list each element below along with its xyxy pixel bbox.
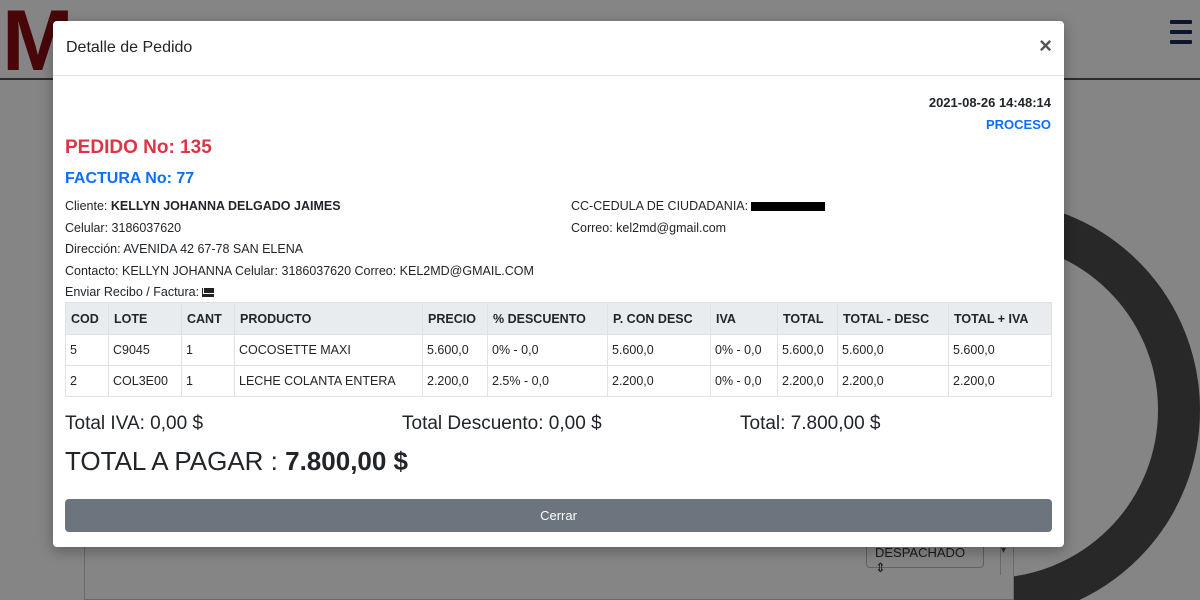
column-header: PRECIO [422,302,488,335]
column-header: TOTAL + IVA [948,302,1052,335]
table-cell: 2.200,0 [837,365,949,397]
table-cell: 5.600,0 [948,334,1052,366]
table-cell: COCOSETTE MAXI [234,334,423,366]
close-button[interactable]: Cerrar [65,499,1052,532]
table-cell: 5.600,0 [422,334,488,366]
table-cell: 1 [181,334,235,366]
order-number: PEDIDO No: 135 [65,137,212,158]
table-cell: 2.200,0 [607,365,711,397]
cedula-line: CC-CEDULA DE CIUDADANIA: [571,199,826,213]
table-cell: 1 [181,365,235,397]
client-address: Dirección: AVENIDA 42 67-78 SAN ELENA [65,242,304,256]
grand-total-value: 7.800,00 $ [285,446,409,476]
table-cell: 5.600,0 [777,334,838,366]
table-cell: 5.600,0 [837,334,949,366]
table-cell: 2.5% - 0,0 [487,365,608,397]
table-cell: 5 [65,334,109,366]
column-header: % DESCUENTO [487,302,608,335]
table-row: 5 C9045 1 COCOSETTE MAXI 5.600,0 0% - 0,… [65,334,1052,366]
column-header: LOTE [108,302,182,335]
table-header-row: COD LOTE CANT PRODUCTO PRECIO % DESCUENT… [65,302,1052,335]
invoice-number: FACTURA No: 77 [65,170,195,187]
total-iva: Total IVA: 0,00 $ [65,413,204,434]
client-contact: Contacto: KELLYN JOHANNA Celular: 318603… [65,264,534,278]
order-detail-modal: Detalle de Pedido × 2021-08-26 14:48:14 … [53,21,1064,547]
table-cell: 2.200,0 [948,365,1052,397]
client-name: KELLYN JOHANNA DELGADO JAIMES [110,199,341,213]
send-receipt-line: Enviar Recibo / Factura: [65,285,215,299]
column-header: CANT [181,302,235,335]
redacted-id [751,202,826,212]
grand-total: TOTAL A PAGAR : 7.800,00 $ [65,446,408,477]
modal-title: Detalle de Pedido [66,39,193,56]
grand-total-label: TOTAL A PAGAR : [65,446,278,476]
client-email: Correo: kel2md@gmail.com [571,221,727,235]
table-cell: LECHE COLANTA ENTERA [234,365,423,397]
table-cell: 5.600,0 [607,334,711,366]
column-header: P. CON DESC [607,302,711,335]
table-row: 2 COL3E00 1 LECHE COLANTA ENTERA 2.200,0… [65,365,1052,397]
modal-header: Detalle de Pedido × [53,21,1064,76]
client-phone: Celular: 3186037620 [65,221,182,235]
total-amount: Total: 7.800,00 $ [740,413,881,434]
close-icon[interactable]: × [1039,35,1052,57]
table-cell: 2.200,0 [777,365,838,397]
table-cell: 0% - 0,0 [710,365,778,397]
total-discount: Total Descuento: 0,00 $ [402,413,602,434]
table-cell: 0% - 0,0 [487,334,608,366]
client-line: Cliente: KELLYN JOHANNA DELGADO JAIMES [65,199,341,213]
table-cell: COL3E00 [108,365,182,397]
status-badge: PROCESO [985,117,1051,132]
column-header: TOTAL - DESC [837,302,949,335]
table-cell: 2.200,0 [422,365,488,397]
column-header: TOTAL [777,302,838,335]
column-header: IVA [710,302,778,335]
table-cell: 0% - 0,0 [710,334,778,366]
column-header: PRODUCTO [234,302,423,335]
column-header: COD [65,302,109,335]
table-cell: C9045 [108,334,182,366]
order-items-table: COD LOTE CANT PRODUCTO PRECIO % DESCUENT… [65,302,1052,397]
envelope-icon[interactable] [202,288,215,298]
table-cell: 2 [65,365,109,397]
order-datetime: 2021-08-26 14:48:14 [928,95,1051,110]
